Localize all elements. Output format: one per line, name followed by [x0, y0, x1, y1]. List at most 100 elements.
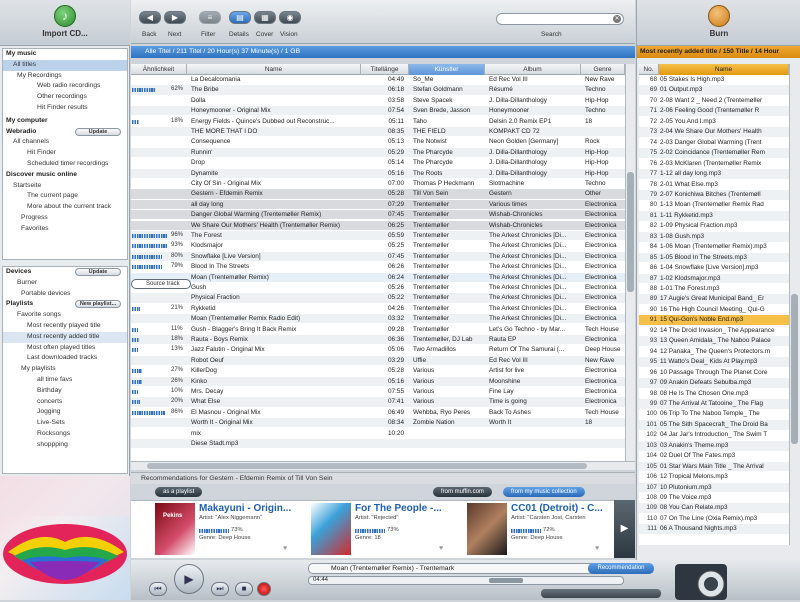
burn-list-item[interactable]: 104 02 Duel Of The Fates.mp3 — [639, 451, 789, 461]
column-no[interactable]: No. — [639, 64, 659, 75]
recommendation-title[interactable]: CC01 (Detroit) - C... — [511, 503, 623, 514]
tree-item[interactable]: Favorites — [3, 224, 127, 235]
tree-item[interactable]: My computer — [3, 116, 127, 127]
table-row[interactable]: Moan (Trentemøller Remix Radio Edit) 03:3… — [131, 314, 625, 324]
table-row[interactable]: 11% Gush - Blagger's Bring It Back Remix 0… — [131, 325, 625, 334]
tree-item[interactable]: Live-Sets — [3, 418, 127, 429]
column-header[interactable]: Ähnlichkeit — [131, 64, 187, 75]
tree-item[interactable]: Other recordings — [3, 92, 127, 103]
burn-list-item[interactable]: 96 10 Passage Through The Planet Core — [639, 368, 789, 378]
table-row[interactable]: Physical Fraction 05:22 Trentemøller The Ar… — [131, 293, 625, 303]
seek-bar[interactable]: 04:44 — [308, 576, 624, 585]
table-row[interactable]: 10% Mrs. Decay 07:55 Various Fine Lay Electro… — [131, 387, 625, 396]
table-row[interactable]: Moan (Trentemøller Remix) 06:24 Trentemøll… — [131, 272, 625, 282]
burn-list-item[interactable]: 88 1-01 The Forest.mp3 — [639, 284, 789, 294]
burn-list-item[interactable]: 106 12 Tropical Melons.mp3 — [639, 472, 789, 482]
burn-list-item[interactable]: 107 10 Plutonium.mp3 — [639, 482, 789, 493]
tree-item[interactable]: Hit Finder — [3, 148, 127, 159]
table-row[interactable]: Diese Stadt.mp3 — [131, 439, 625, 449]
track-table-vertical-scrollbar[interactable] — [625, 64, 635, 461]
favorite-heart-icon[interactable]: ♥ — [595, 545, 599, 552]
tree-item[interactable]: Webradio Update — [3, 127, 127, 138]
tree-item[interactable]: All titles — [3, 59, 127, 71]
burn-list-item[interactable]: 71 2-06 Feeling Good (Trentemøller R — [639, 106, 789, 117]
table-row[interactable]: 93% Klodsmajor 05:25 Trentemøller The Arkest… — [131, 241, 625, 250]
burn-list-item[interactable]: 102 04 Jar Jar's Introduction_ The Swim T — [639, 430, 789, 440]
table-row[interactable]: 62% The Bribe 06:18 Stefan Goldmann Résumé Te… — [131, 85, 625, 95]
tree-update-button[interactable]: New playlist... — [75, 300, 121, 309]
tree-update-button[interactable]: Update — [75, 127, 121, 136]
burn-list-item[interactable]: 103 03 Anakin's Theme.mp3 — [639, 440, 789, 451]
stop-button[interactable]: ■ — [235, 582, 253, 596]
recommendation-card[interactable]: For The People -... Artist: "Rejected" 73%… — [311, 503, 467, 557]
tree-item[interactable]: Most often played titles — [3, 343, 127, 354]
burn-list-item[interactable]: 100 06 Trip To The Naboo Temple_ The — [639, 409, 789, 419]
burn-list-item[interactable]: 93 13 Queen Amidala_ The Naboo Palace — [639, 336, 789, 347]
burn-list-item[interactable]: 72 2-05 You And I.mp3 — [639, 117, 789, 127]
column-header[interactable]: Titellänge — [361, 64, 409, 75]
table-row[interactable]: We Share Our Mothers' Health (Trentemøll… — [131, 220, 625, 230]
seek-thumb[interactable] — [489, 578, 523, 583]
volume-dial[interactable] — [671, 560, 731, 600]
table-row[interactable]: 18% Energy Fields - Quince's Dubbed out R… — [131, 117, 625, 126]
column-header[interactable]: Album — [485, 64, 581, 75]
recommendation-card[interactable]: Pekins Makayuni - Origin... Artist: "Alex … — [155, 503, 311, 557]
table-row[interactable]: THE MORE THAT I DO 08:35 THE FIELD KOMPAKT … — [131, 127, 625, 137]
burn-list-item[interactable]: 83 1-08 Gush.mp3 — [639, 231, 789, 242]
burn-list-item[interactable]: 76 2-03 McKlaren (Trentemøller Remix — [639, 159, 789, 169]
tree-item[interactable]: My playlists — [3, 364, 127, 375]
tree-item[interactable]: Portable devices — [3, 289, 127, 300]
tree-item[interactable]: Progress — [3, 213, 127, 224]
as-playlist-tab[interactable]: as a playlist — [155, 487, 203, 497]
column-header[interactable]: Genre — [581, 64, 625, 75]
back-button[interactable]: ◀ — [139, 11, 161, 24]
table-row[interactable]: 96% The Forest 05:59 Trentemøller The Arkest… — [131, 231, 625, 241]
table-row[interactable]: 26% Kinko 05:16 Various Moonshine Electronica — [131, 376, 625, 386]
table-row[interactable]: Dolla 03:58 Steve Spacek J. Dilla-Dillantho… — [131, 96, 625, 105]
burn-list-item[interactable]: 82 1-09 Physical Fraction.mp3 — [639, 221, 789, 231]
favorite-heart-icon[interactable]: ♥ — [283, 545, 287, 552]
burn-list-item[interactable]: 101 05 The Sith Spacecraft_ The Droid Ba — [639, 419, 789, 430]
record-button[interactable] — [257, 582, 271, 596]
table-row[interactable]: mix 10:20 — [131, 429, 625, 438]
burn-list-item[interactable]: 70 2-08 Want 2 _ Need 2 (Trentemøller — [639, 96, 789, 106]
burn-list-item[interactable]: 105 01 Star Wars Main Title _ The Arrival — [639, 461, 789, 472]
column-header[interactable]: Künstler — [409, 64, 485, 75]
burn-list-item[interactable]: 94 12 Panaka_ The Queen's Protectors.m — [639, 347, 789, 357]
burn-list-item[interactable]: 90 16 The High Council Meeting_ Qui-G — [639, 305, 789, 315]
table-row[interactable]: Gush 05:26 Trentemøller The Arkest Chronicl… — [131, 283, 625, 292]
tree-update-button[interactable]: Update — [75, 268, 121, 276]
table-row[interactable]: 86% El Masnou - Original Mix 06:49 Wehbba, … — [131, 408, 625, 417]
burn-list-item[interactable]: 87 1-02 Klodsmajor.mp3 — [639, 273, 789, 284]
burn-list-scrollbar[interactable] — [789, 64, 799, 545]
tree-item[interactable]: Burner — [3, 278, 127, 289]
table-row[interactable]: 80% Snowflake [Live Version] 07:45 Trentemø… — [131, 251, 625, 261]
details-button[interactable]: ▤ — [229, 11, 251, 24]
burn-list-item[interactable]: 74 2-03 Danger Global Warming (Trent — [639, 138, 789, 148]
burn-list-item[interactable]: 69 01 Output.mp3 — [639, 85, 789, 96]
tree-item[interactable]: all time favs — [3, 375, 127, 386]
scroll-thumb[interactable] — [791, 294, 798, 444]
scroll-thumb[interactable] — [627, 172, 634, 292]
burn-list-item[interactable]: 89 17 Augie's Great Municipal Band_ Er — [639, 294, 789, 305]
next-button[interactable]: ▶ — [164, 11, 186, 24]
favorite-heart-icon[interactable]: ♥ — [439, 545, 443, 552]
volume-eq-controls[interactable] — [541, 589, 661, 598]
table-row[interactable]: 20% What Else 07:41 Various Time is going Ele… — [131, 397, 625, 407]
clear-search-icon[interactable]: ✕ — [613, 15, 621, 23]
tree-item[interactable]: concerts — [3, 397, 127, 408]
burn-list-item[interactable]: 108 09 The Voice.mp3 — [639, 493, 789, 503]
table-row[interactable]: 13% Jazz Falutin - Original Mix 05:06 Two A… — [131, 345, 625, 354]
burn-list-item[interactable]: 97 09 Anakin Defeats Sebulba.mp3 — [639, 378, 789, 388]
tree-item[interactable]: Devices Update — [3, 267, 127, 278]
burn-list-item[interactable]: 81 1-11 Rykketid.mp3 — [639, 210, 789, 221]
burn-list-item[interactable]: 80 1-13 Moan (Trentemøller Remix Rad — [639, 200, 789, 210]
table-row[interactable]: 21% Rykketid 04:26 Trentemøller The Arkest C… — [131, 304, 625, 313]
tree-item[interactable]: The current page — [3, 191, 127, 202]
burn-list-item[interactable]: 68 05 Stakes Is High.mp3 — [639, 75, 789, 85]
table-row[interactable]: Drop 05:14 The Pharcyde J. Dilla-Dillanthol… — [131, 158, 625, 167]
burn-list-item[interactable]: 86 1-04 Snowflake [Live Version].mp3 — [639, 263, 789, 273]
table-row[interactable]: La Decalcomania 04:49 So_Me Ed Rec Vol III N… — [131, 75, 625, 84]
tree-item[interactable]: More about the current track — [3, 202, 127, 213]
tree-item[interactable]: Rocksongs — [3, 429, 127, 440]
